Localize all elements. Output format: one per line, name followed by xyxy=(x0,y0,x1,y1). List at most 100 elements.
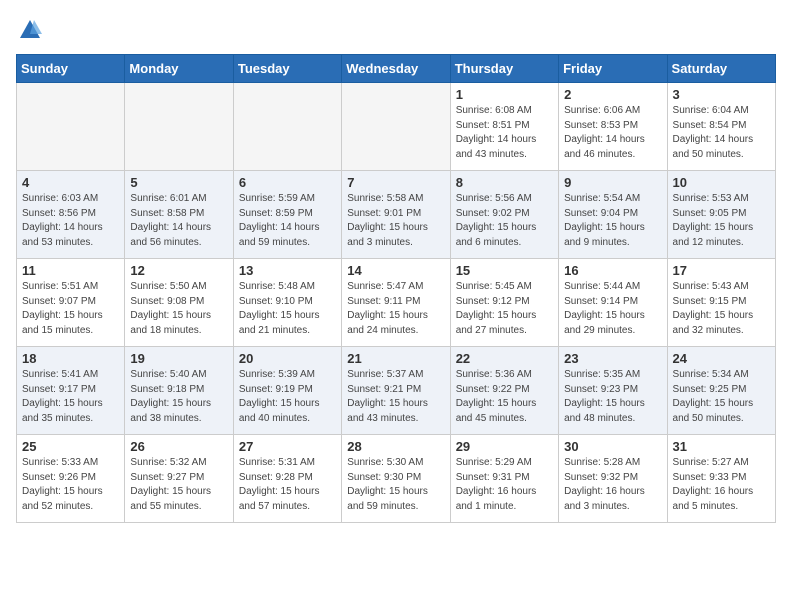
day-number: 28 xyxy=(347,439,444,454)
calendar-cell xyxy=(125,83,233,171)
calendar-cell: 21 Sunrise: 5:37 AM Sunset: 9:21 PM Dayli… xyxy=(342,347,450,435)
day-number: 30 xyxy=(564,439,661,454)
calendar-cell xyxy=(342,83,450,171)
day-number: 26 xyxy=(130,439,227,454)
day-number: 1 xyxy=(456,87,553,102)
calendar-week-row: 4 Sunrise: 6:03 AM Sunset: 8:56 PM Daylig… xyxy=(17,171,776,259)
weekday-header-tuesday: Tuesday xyxy=(233,55,341,83)
day-number: 21 xyxy=(347,351,444,366)
day-number: 4 xyxy=(22,175,119,190)
day-number: 15 xyxy=(456,263,553,278)
day-info: Sunrise: 5:37 AM Sunset: 9:21 PM Dayligh… xyxy=(347,368,444,426)
day-number: 24 xyxy=(673,351,770,366)
calendar-cell: 18 Sunrise: 5:41 AM Sunset: 9:17 PM Dayli… xyxy=(17,347,125,435)
day-info: Sunrise: 5:47 AM Sunset: 9:11 PM Dayligh… xyxy=(347,280,444,338)
day-number: 18 xyxy=(22,351,119,366)
day-info: Sunrise: 5:53 AM Sunset: 9:05 PM Dayligh… xyxy=(673,192,770,250)
calendar-cell: 16 Sunrise: 5:44 AM Sunset: 9:14 PM Dayli… xyxy=(559,259,667,347)
day-info: Sunrise: 6:06 AM Sunset: 8:53 PM Dayligh… xyxy=(564,104,661,162)
calendar-cell: 1 Sunrise: 6:08 AM Sunset: 8:51 PM Daylig… xyxy=(450,83,558,171)
calendar-body: 1 Sunrise: 6:08 AM Sunset: 8:51 PM Daylig… xyxy=(17,83,776,523)
calendar-cell: 27 Sunrise: 5:31 AM Sunset: 9:28 PM Dayli… xyxy=(233,435,341,523)
calendar-cell: 10 Sunrise: 5:53 AM Sunset: 9:05 PM Dayli… xyxy=(667,171,775,259)
weekday-header-friday: Friday xyxy=(559,55,667,83)
day-info: Sunrise: 5:59 AM Sunset: 8:59 PM Dayligh… xyxy=(239,192,336,250)
day-info: Sunrise: 5:35 AM Sunset: 9:23 PM Dayligh… xyxy=(564,368,661,426)
calendar-cell: 15 Sunrise: 5:45 AM Sunset: 9:12 PM Dayli… xyxy=(450,259,558,347)
logo-icon xyxy=(16,16,44,44)
day-info: Sunrise: 5:48 AM Sunset: 9:10 PM Dayligh… xyxy=(239,280,336,338)
day-number: 3 xyxy=(673,87,770,102)
day-number: 14 xyxy=(347,263,444,278)
day-number: 13 xyxy=(239,263,336,278)
day-info: Sunrise: 6:01 AM Sunset: 8:58 PM Dayligh… xyxy=(130,192,227,250)
day-number: 11 xyxy=(22,263,119,278)
weekday-header-monday: Monday xyxy=(125,55,233,83)
calendar-cell: 7Sunrise: 5:58 AM Sunset: 9:01 PM Daylig… xyxy=(342,171,450,259)
day-info: Sunrise: 5:51 AM Sunset: 9:07 PM Dayligh… xyxy=(22,280,119,338)
day-info: Sunrise: 5:33 AM Sunset: 9:26 PM Dayligh… xyxy=(22,456,119,514)
day-info: Sunrise: 5:44 AM Sunset: 9:14 PM Dayligh… xyxy=(564,280,661,338)
calendar-cell: 11 Sunrise: 5:51 AM Sunset: 9:07 PM Dayli… xyxy=(17,259,125,347)
calendar-cell: 25 Sunrise: 5:33 AM Sunset: 9:26 PM Dayli… xyxy=(17,435,125,523)
weekday-header-row: SundayMondayTuesdayWednesdayThursdayFrid… xyxy=(17,55,776,83)
calendar-cell: 29Sunrise: 5:29 AM Sunset: 9:31 PM Dayli… xyxy=(450,435,558,523)
day-info: Sunrise: 5:29 AM Sunset: 9:31 PM Dayligh… xyxy=(456,456,553,514)
day-info: Sunrise: 5:45 AM Sunset: 9:12 PM Dayligh… xyxy=(456,280,553,338)
calendar-cell: 23Sunrise: 5:35 AM Sunset: 9:23 PM Dayli… xyxy=(559,347,667,435)
calendar-cell: 22 Sunrise: 5:36 AM Sunset: 9:22 PM Dayli… xyxy=(450,347,558,435)
logo xyxy=(16,16,48,44)
calendar-cell: 9 Sunrise: 5:54 AM Sunset: 9:04 PM Daylig… xyxy=(559,171,667,259)
day-number: 22 xyxy=(456,351,553,366)
day-number: 25 xyxy=(22,439,119,454)
calendar-cell: 30 Sunrise: 5:28 AM Sunset: 9:32 PM Dayli… xyxy=(559,435,667,523)
day-number: 8 xyxy=(456,175,553,190)
day-number: 2 xyxy=(564,87,661,102)
day-info: Sunrise: 5:32 AM Sunset: 9:27 PM Dayligh… xyxy=(130,456,227,514)
calendar-week-row: 25 Sunrise: 5:33 AM Sunset: 9:26 PM Dayli… xyxy=(17,435,776,523)
calendar-cell: 20Sunrise: 5:39 AM Sunset: 9:19 PM Dayli… xyxy=(233,347,341,435)
day-number: 9 xyxy=(564,175,661,190)
calendar-cell xyxy=(17,83,125,171)
day-info: Sunrise: 5:30 AM Sunset: 9:30 PM Dayligh… xyxy=(347,456,444,514)
day-number: 6 xyxy=(239,175,336,190)
weekday-header-thursday: Thursday xyxy=(450,55,558,83)
calendar-table: SundayMondayTuesdayWednesdayThursdayFrid… xyxy=(16,54,776,523)
day-info: Sunrise: 5:39 AM Sunset: 9:19 PM Dayligh… xyxy=(239,368,336,426)
day-info: Sunrise: 6:03 AM Sunset: 8:56 PM Dayligh… xyxy=(22,192,119,250)
day-number: 19 xyxy=(130,351,227,366)
calendar-cell: 13 Sunrise: 5:48 AM Sunset: 9:10 PM Dayli… xyxy=(233,259,341,347)
calendar-week-row: 18 Sunrise: 5:41 AM Sunset: 9:17 PM Dayli… xyxy=(17,347,776,435)
day-info: Sunrise: 5:56 AM Sunset: 9:02 PM Dayligh… xyxy=(456,192,553,250)
day-info: Sunrise: 6:04 AM Sunset: 8:54 PM Dayligh… xyxy=(673,104,770,162)
day-number: 17 xyxy=(673,263,770,278)
page-header xyxy=(16,16,776,44)
calendar-cell: 2 Sunrise: 6:06 AM Sunset: 8:53 PM Daylig… xyxy=(559,83,667,171)
calendar-week-row: 1 Sunrise: 6:08 AM Sunset: 8:51 PM Daylig… xyxy=(17,83,776,171)
day-number: 16 xyxy=(564,263,661,278)
day-info: Sunrise: 5:27 AM Sunset: 9:33 PM Dayligh… xyxy=(673,456,770,514)
day-info: Sunrise: 5:36 AM Sunset: 9:22 PM Dayligh… xyxy=(456,368,553,426)
day-info: Sunrise: 6:08 AM Sunset: 8:51 PM Dayligh… xyxy=(456,104,553,162)
calendar-cell: 6 Sunrise: 5:59 AM Sunset: 8:59 PM Daylig… xyxy=(233,171,341,259)
day-info: Sunrise: 5:41 AM Sunset: 9:17 PM Dayligh… xyxy=(22,368,119,426)
day-number: 5 xyxy=(130,175,227,190)
day-number: 12 xyxy=(130,263,227,278)
calendar-cell: 12 Sunrise: 5:50 AM Sunset: 9:08 PM Dayli… xyxy=(125,259,233,347)
day-number: 31 xyxy=(673,439,770,454)
day-info: Sunrise: 5:40 AM Sunset: 9:18 PM Dayligh… xyxy=(130,368,227,426)
calendar-cell: 3 Sunrise: 6:04 AM Sunset: 8:54 PM Daylig… xyxy=(667,83,775,171)
calendar-cell xyxy=(233,83,341,171)
day-number: 10 xyxy=(673,175,770,190)
day-info: Sunrise: 5:31 AM Sunset: 9:28 PM Dayligh… xyxy=(239,456,336,514)
day-info: Sunrise: 5:50 AM Sunset: 9:08 PM Dayligh… xyxy=(130,280,227,338)
calendar-cell: 5 Sunrise: 6:01 AM Sunset: 8:58 PM Daylig… xyxy=(125,171,233,259)
day-info: Sunrise: 5:28 AM Sunset: 9:32 PM Dayligh… xyxy=(564,456,661,514)
day-info: Sunrise: 5:54 AM Sunset: 9:04 PM Dayligh… xyxy=(564,192,661,250)
day-number: 27 xyxy=(239,439,336,454)
calendar-cell: 8 Sunrise: 5:56 AM Sunset: 9:02 PM Daylig… xyxy=(450,171,558,259)
calendar-cell: 4 Sunrise: 6:03 AM Sunset: 8:56 PM Daylig… xyxy=(17,171,125,259)
calendar-cell: 17Sunrise: 5:43 AM Sunset: 9:15 PM Dayli… xyxy=(667,259,775,347)
calendar-cell: 14 Sunrise: 5:47 AM Sunset: 9:11 PM Dayli… xyxy=(342,259,450,347)
calendar-cell: 26 Sunrise: 5:32 AM Sunset: 9:27 PM Dayli… xyxy=(125,435,233,523)
